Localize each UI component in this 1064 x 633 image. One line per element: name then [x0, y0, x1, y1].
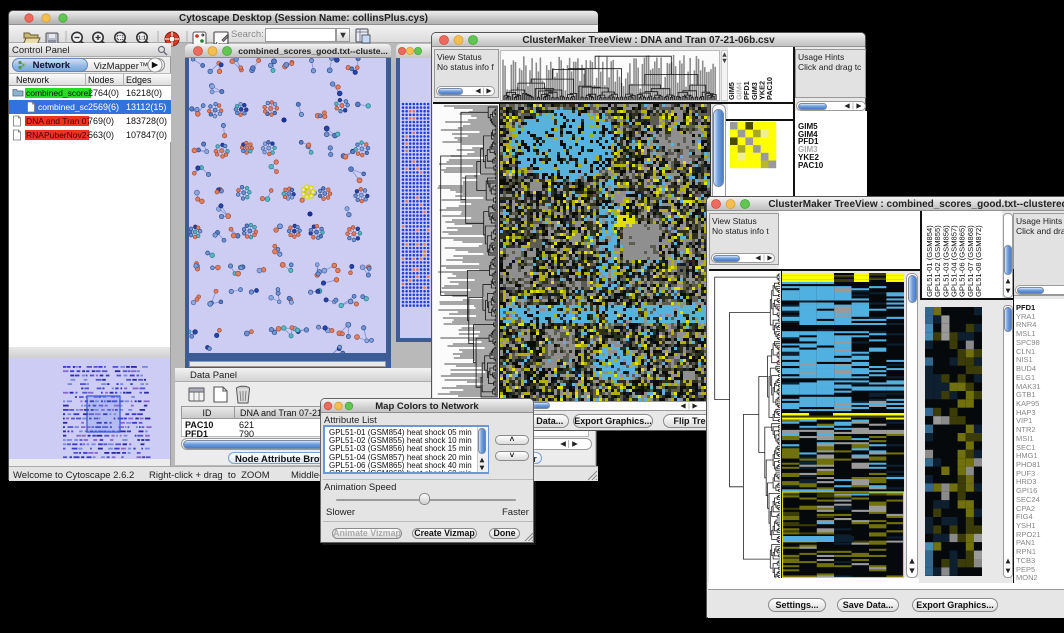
svg-text:GPL51-08 (GSM872): GPL51-08 (GSM872)	[974, 225, 983, 297]
svg-text:PAC10: PAC10	[765, 77, 774, 100]
svg-text:1:1: 1:1	[138, 36, 146, 42]
